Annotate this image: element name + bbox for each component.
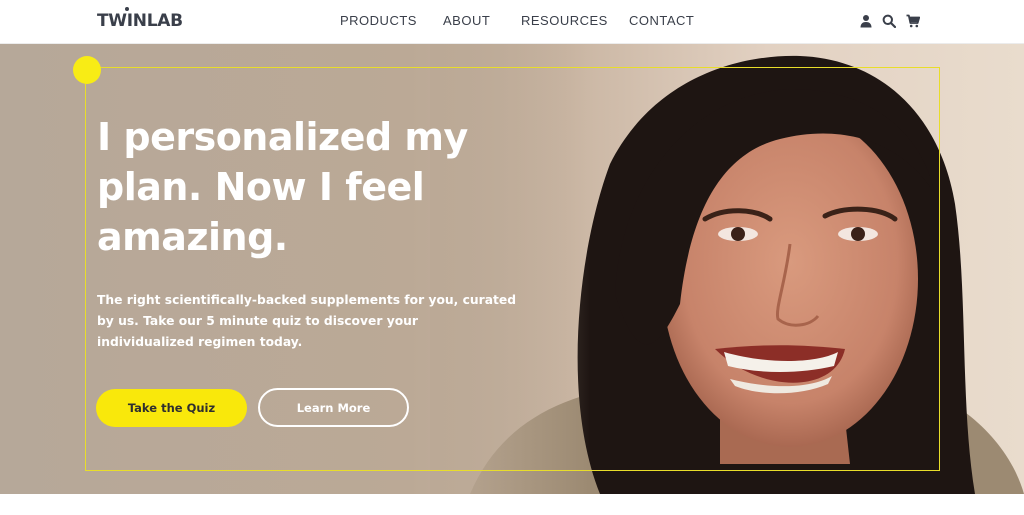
search-icon[interactable] bbox=[882, 14, 896, 28]
hero-subcopy: The right scientifically-backed suppleme… bbox=[97, 293, 517, 349]
decorative-yellow-dot bbox=[73, 56, 101, 84]
hero-banner: I personalized my plan. Now I feel amazi… bbox=[0, 44, 1024, 494]
page: TWINLAB PRODUCTS ABOUT RESOURCES CONTACT bbox=[0, 0, 1024, 515]
cart-icon[interactable] bbox=[906, 14, 920, 28]
learn-more-button[interactable]: Learn More bbox=[258, 388, 409, 427]
nav-about[interactable]: ABOUT bbox=[443, 13, 490, 28]
nav-contact[interactable]: CONTACT bbox=[629, 13, 694, 28]
take-quiz-button[interactable]: Take the Quiz bbox=[96, 389, 247, 427]
nav-products[interactable]: PRODUCTS bbox=[340, 13, 417, 28]
hero-headline: I personalized my plan. Now I feel amazi… bbox=[97, 115, 468, 259]
logo-dot bbox=[125, 7, 129, 11]
user-icon[interactable] bbox=[859, 14, 873, 28]
logo[interactable]: TWINLAB bbox=[97, 11, 183, 31]
nav-resources[interactable]: RESOURCES bbox=[521, 13, 608, 28]
site-header: TWINLAB PRODUCTS ABOUT RESOURCES CONTACT bbox=[0, 0, 1024, 44]
